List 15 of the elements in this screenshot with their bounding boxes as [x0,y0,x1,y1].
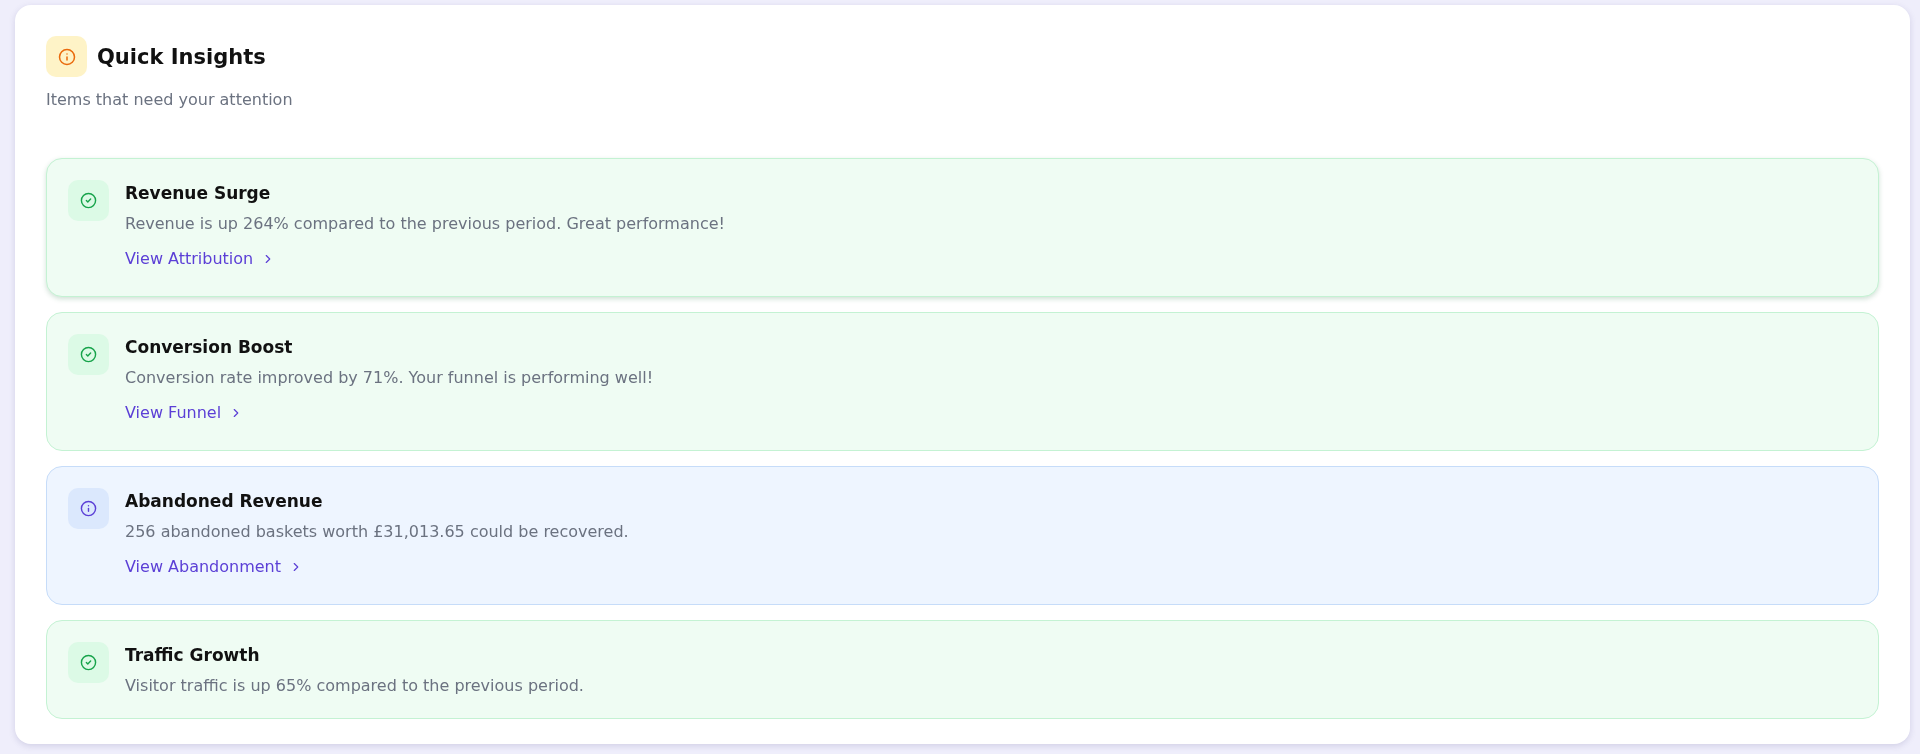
info-icon [68,488,109,529]
panel-title: Quick Insights [97,43,266,71]
insight-description: Conversion rate improved by 71%. Your funnel is performing well! [125,367,654,389]
insight-title: Traffic Growth [125,644,260,667]
view-link[interactable]: View Attribution [125,247,276,271]
insight-description: Revenue is up 264% compared to the previous period. Great performance! [125,213,725,235]
info-icon [46,36,87,77]
insight-title: Revenue Surge [125,182,271,205]
insight-title: Conversion Boost [125,336,293,359]
insight-description: 256 abandoned baskets worth £31,013.65 could be recovered. [125,521,629,543]
view-link[interactable]: View Abandonment [125,555,304,579]
insight-description: Visitor traffic is up 65% compared to the previous period. [125,675,584,697]
insight-title: Abandoned Revenue [125,490,323,513]
view-link[interactable]: View Funnel [125,401,244,425]
panel-subtitle: Items that need your attention [46,89,293,111]
